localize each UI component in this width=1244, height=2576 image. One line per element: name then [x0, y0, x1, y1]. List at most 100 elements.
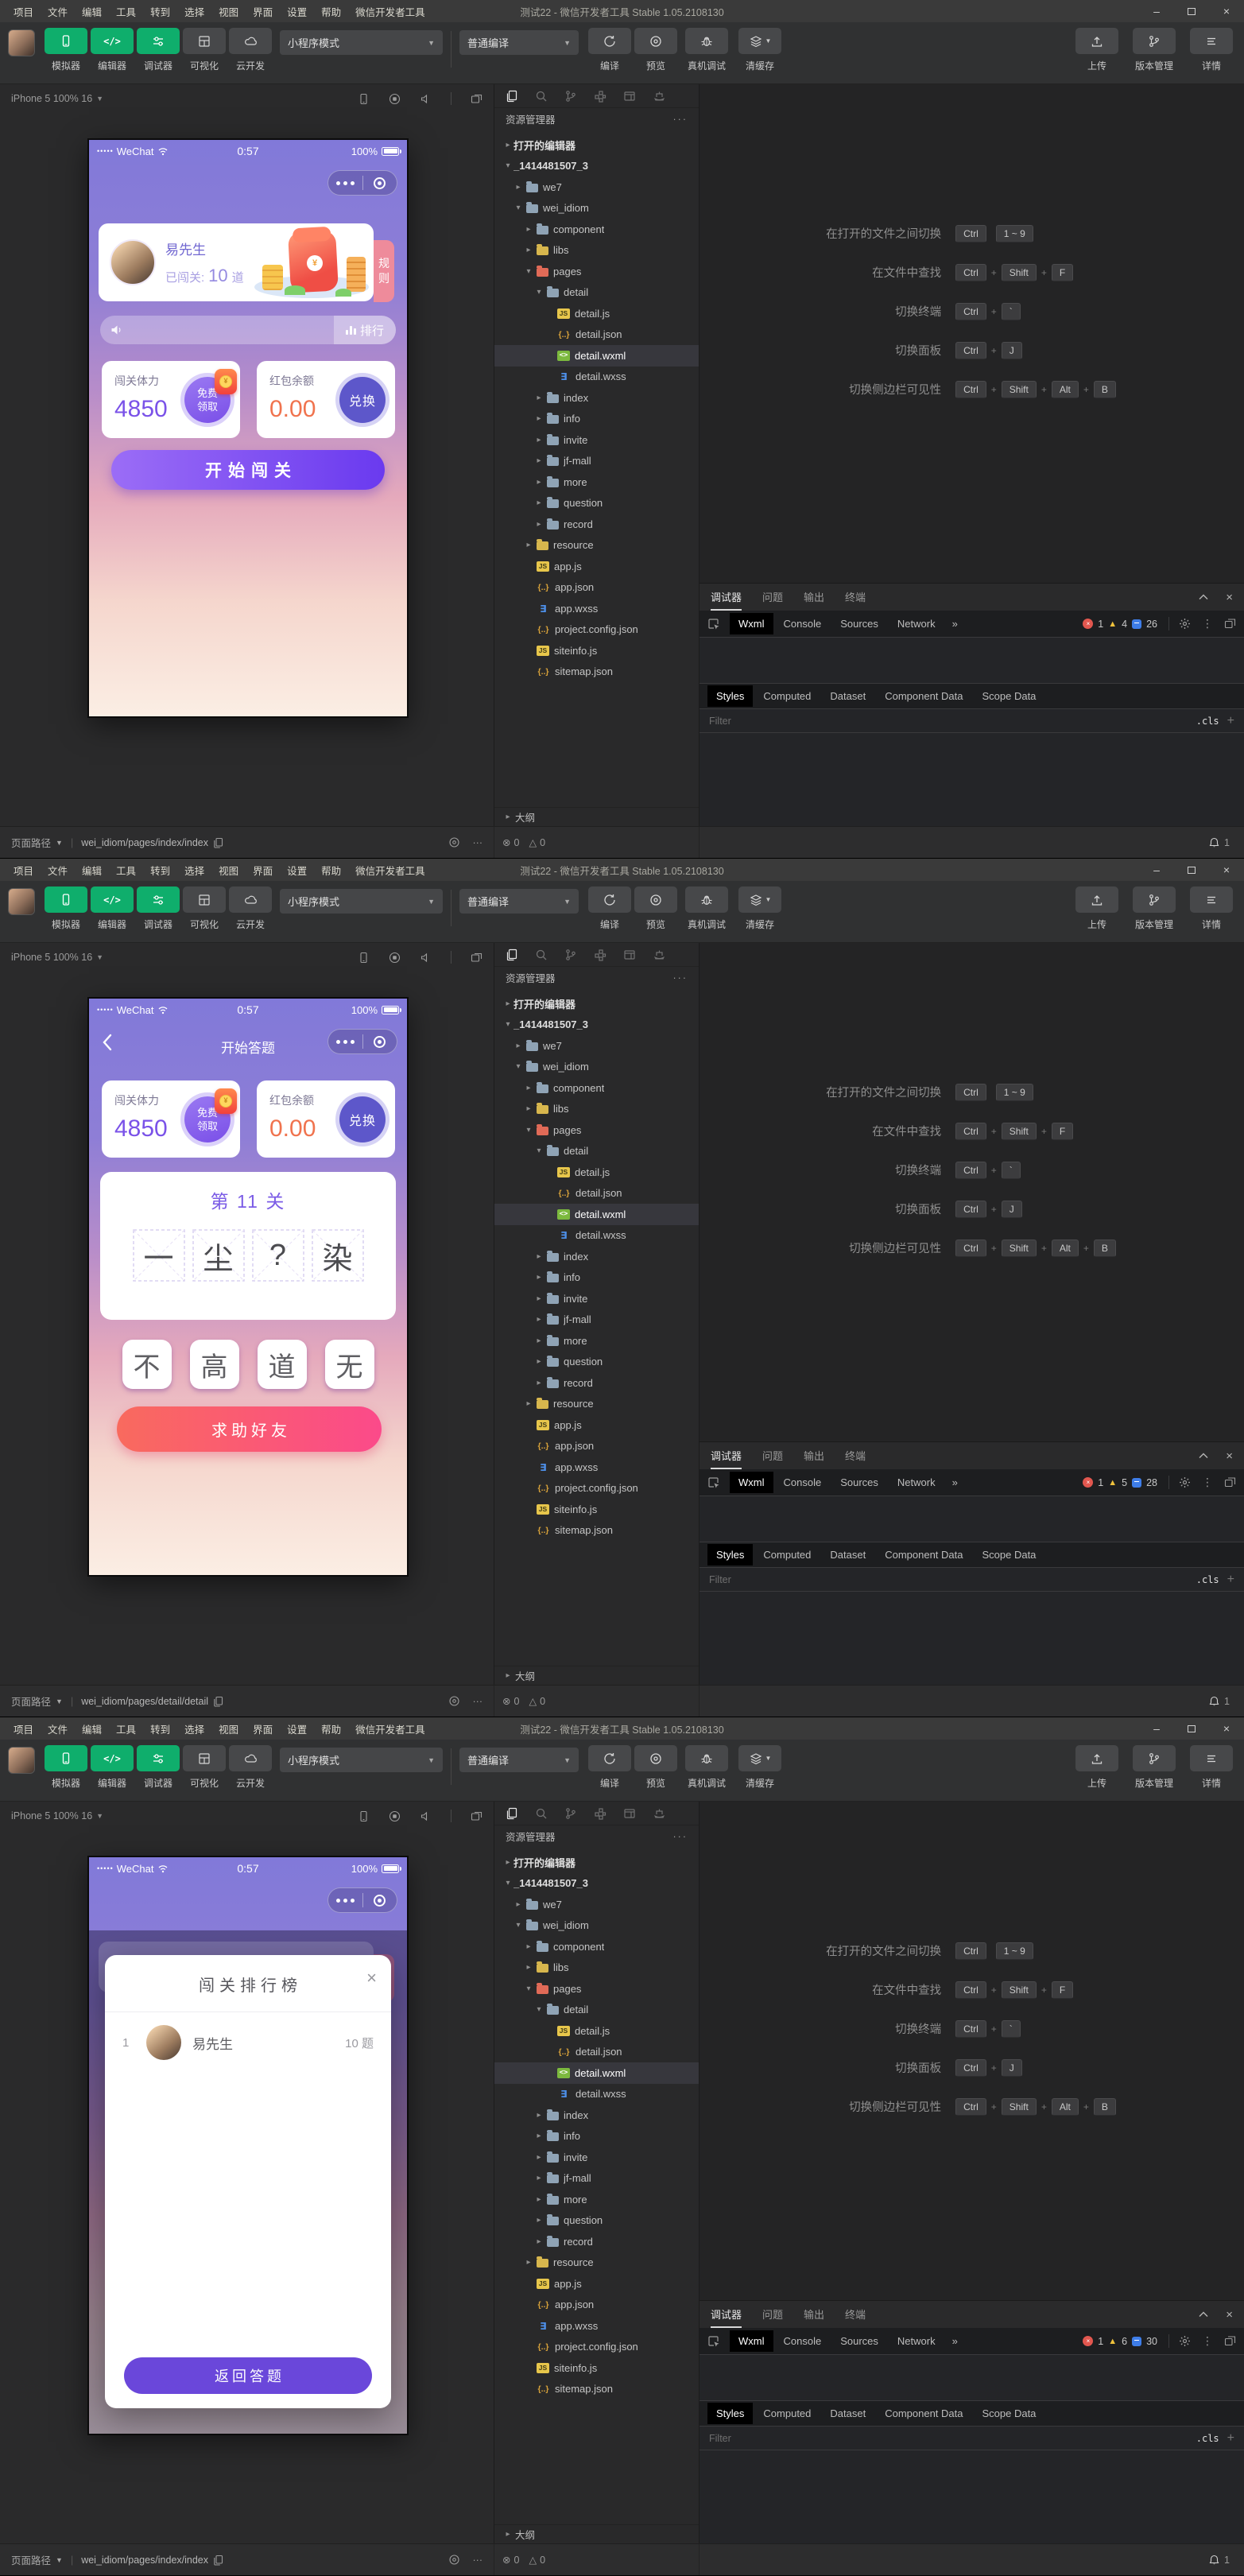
minimize-button[interactable]: –	[1139, 859, 1174, 881]
tree-item-detail.json[interactable]: {..}detail.json	[494, 1183, 699, 1205]
devtools-tab-Console[interactable]: Console	[775, 613, 831, 634]
tree-item-detail.wxml[interactable]: <>detail.wxml	[494, 345, 699, 367]
menu-item[interactable]: 微信开发者工具	[348, 863, 432, 878]
copy-icon[interactable]	[213, 1696, 223, 1707]
maximize-button[interactable]	[1174, 859, 1209, 881]
tree-item-detail.wxml[interactable]: <>detail.wxml	[494, 1204, 699, 1225]
device-debug-button[interactable]: 真机调试	[679, 28, 734, 72]
devtools-tab-Sources[interactable]: Sources	[831, 2330, 887, 2352]
git-branch-icon[interactable]	[564, 90, 577, 103]
menu-item[interactable]: 微信开发者工具	[348, 4, 432, 19]
notifications[interactable]: 1	[700, 827, 1244, 858]
dock-icon[interactable]	[1224, 618, 1236, 630]
eye-icon[interactable]	[448, 836, 460, 848]
debugger-tab-输出[interactable]: 输出	[804, 2301, 824, 2328]
menu-item[interactable]: 帮助	[314, 4, 348, 19]
filter-input[interactable]: Filter	[709, 1574, 731, 1585]
debugger-tab-调试器[interactable]: 调试器	[711, 1442, 742, 1469]
maximize-button[interactable]	[1174, 1717, 1209, 1740]
ellipsis-icon[interactable]: ···	[473, 1696, 483, 1707]
styles-tab-Styles[interactable]: Styles	[707, 2403, 753, 2424]
page-path-label[interactable]: 页面路径	[11, 1693, 51, 1709]
tree-item-invite[interactable]: ▸invite	[494, 429, 699, 451]
devtools-tab-Network[interactable]: Network	[889, 613, 944, 634]
menu-item[interactable]: 项目	[6, 4, 41, 19]
version-control-button[interactable]: 版本管理	[1128, 886, 1180, 931]
tree-item-more[interactable]: ▸more	[494, 1330, 699, 1352]
menu-item[interactable]: 转到	[143, 1721, 177, 1736]
tree-item-invite[interactable]: ▸invite	[494, 1288, 699, 1309]
tree-item-we7[interactable]: ▸we7	[494, 1035, 699, 1057]
capsule-menu[interactable]	[327, 1029, 397, 1054]
devtools-tab-Network[interactable]: Network	[889, 2330, 944, 2352]
outline-section[interactable]: ▸大纲	[494, 807, 699, 826]
tree-item-we7[interactable]: ▸we7	[494, 1894, 699, 1915]
styles-tab-Component Data[interactable]: Component Data	[876, 685, 971, 707]
answer-option[interactable]: 高	[190, 1340, 239, 1389]
styles-tab-Dataset[interactable]: Dataset	[821, 685, 874, 707]
minimize-button[interactable]: –	[1139, 0, 1174, 22]
debugger-tab-终端[interactable]: 终端	[845, 584, 866, 611]
tree-item-app.json[interactable]: {..}app.json	[494, 2295, 699, 2316]
devtools-tab-Wxml[interactable]: Wxml	[730, 613, 773, 634]
close-button[interactable]: ×	[1209, 859, 1244, 881]
devtools-tab-Network[interactable]: Network	[889, 1472, 944, 1493]
close-icon[interactable]: ×	[366, 1969, 377, 1987]
device-frame-icon[interactable]	[358, 93, 370, 105]
capsule-menu[interactable]	[327, 1887, 397, 1913]
inspect-icon[interactable]	[707, 1476, 720, 1489]
tree-item-invite[interactable]: ▸invite	[494, 2147, 699, 2168]
outline-section[interactable]: ▸大纲	[494, 1666, 699, 1685]
close-icon[interactable]: ×	[1226, 591, 1233, 604]
tree-item-pages[interactable]: ▾pages	[494, 1978, 699, 2000]
compile-button[interactable]: 编译	[587, 886, 633, 931]
debugger-tab-终端[interactable]: 终端	[845, 2301, 866, 2328]
tree-item-resource[interactable]: ▸resource	[494, 2252, 699, 2274]
window-icon[interactable]	[623, 90, 636, 103]
answer-option[interactable]: 无	[325, 1340, 374, 1389]
cloud-dev-button[interactable]: 云开发	[227, 28, 273, 72]
gear-icon[interactable]	[1179, 618, 1191, 630]
record-icon[interactable]	[389, 93, 401, 105]
tree-item-pages[interactable]: ▾pages	[494, 261, 699, 282]
debugger-tab-问题[interactable]: 问题	[762, 584, 783, 611]
answer-option[interactable]: 不	[122, 1340, 172, 1389]
tree-item-detail.js[interactable]: JSdetail.js	[494, 303, 699, 324]
debugger-tab-问题[interactable]: 问题	[762, 2301, 783, 2328]
menu-item[interactable]: 编辑	[75, 4, 109, 19]
details-button[interactable]: 详情	[1188, 886, 1234, 931]
debugger-tab-问题[interactable]: 问题	[762, 1442, 783, 1469]
gear-icon[interactable]	[1179, 1476, 1191, 1488]
menu-item[interactable]: 项目	[6, 863, 41, 878]
tree-item-sitemap.json[interactable]: {..}sitemap.json	[494, 2379, 699, 2400]
collapse-icon[interactable]	[1199, 2311, 1208, 2318]
eye-icon[interactable]	[448, 2554, 460, 2566]
styles-tab-Styles[interactable]: Styles	[707, 1544, 753, 1565]
menu-item[interactable]: 项目	[6, 1721, 41, 1736]
more-icon[interactable]: ···	[673, 114, 688, 125]
rules-tab[interactable]: 规则	[374, 240, 394, 302]
close-icon[interactable]: ×	[1226, 2308, 1233, 2322]
menu-item[interactable]: 选择	[177, 863, 211, 878]
speaker-icon[interactable]	[420, 93, 432, 105]
add-icon[interactable]: +	[1227, 1573, 1234, 1587]
devtools-tab-Sources[interactable]: Sources	[831, 613, 887, 634]
tree-item-index[interactable]: ▸index	[494, 2105, 699, 2126]
ellipsis-icon[interactable]: ···	[473, 2555, 483, 2566]
tree-item-app.json[interactable]: {..}app.json	[494, 577, 699, 599]
preview-button[interactable]: 预览	[633, 28, 679, 72]
tree-item-detail.js[interactable]: JSdetail.js	[494, 2020, 699, 2042]
eye-icon[interactable]	[448, 1695, 460, 1707]
upload-button[interactable]: 上传	[1074, 1745, 1120, 1790]
mode-select[interactable]: 小程序模式 ▼	[280, 889, 443, 914]
window-icon[interactable]	[623, 1807, 636, 1820]
maximize-button[interactable]	[1174, 0, 1209, 22]
exchange-button[interactable]: 兑换	[339, 377, 386, 423]
details-button[interactable]: 详情	[1188, 1745, 1234, 1790]
notifications[interactable]: 1	[700, 1686, 1244, 1717]
tree-item-detail.wxss[interactable]: ∃detail.wxss	[494, 2084, 699, 2105]
ask-friends-button[interactable]: 求助好友	[117, 1406, 382, 1452]
styles-tab-Styles[interactable]: Styles	[707, 685, 753, 707]
tree-item-info[interactable]: ▸info	[494, 2126, 699, 2147]
debugger-tab-终端[interactable]: 终端	[845, 1442, 866, 1469]
